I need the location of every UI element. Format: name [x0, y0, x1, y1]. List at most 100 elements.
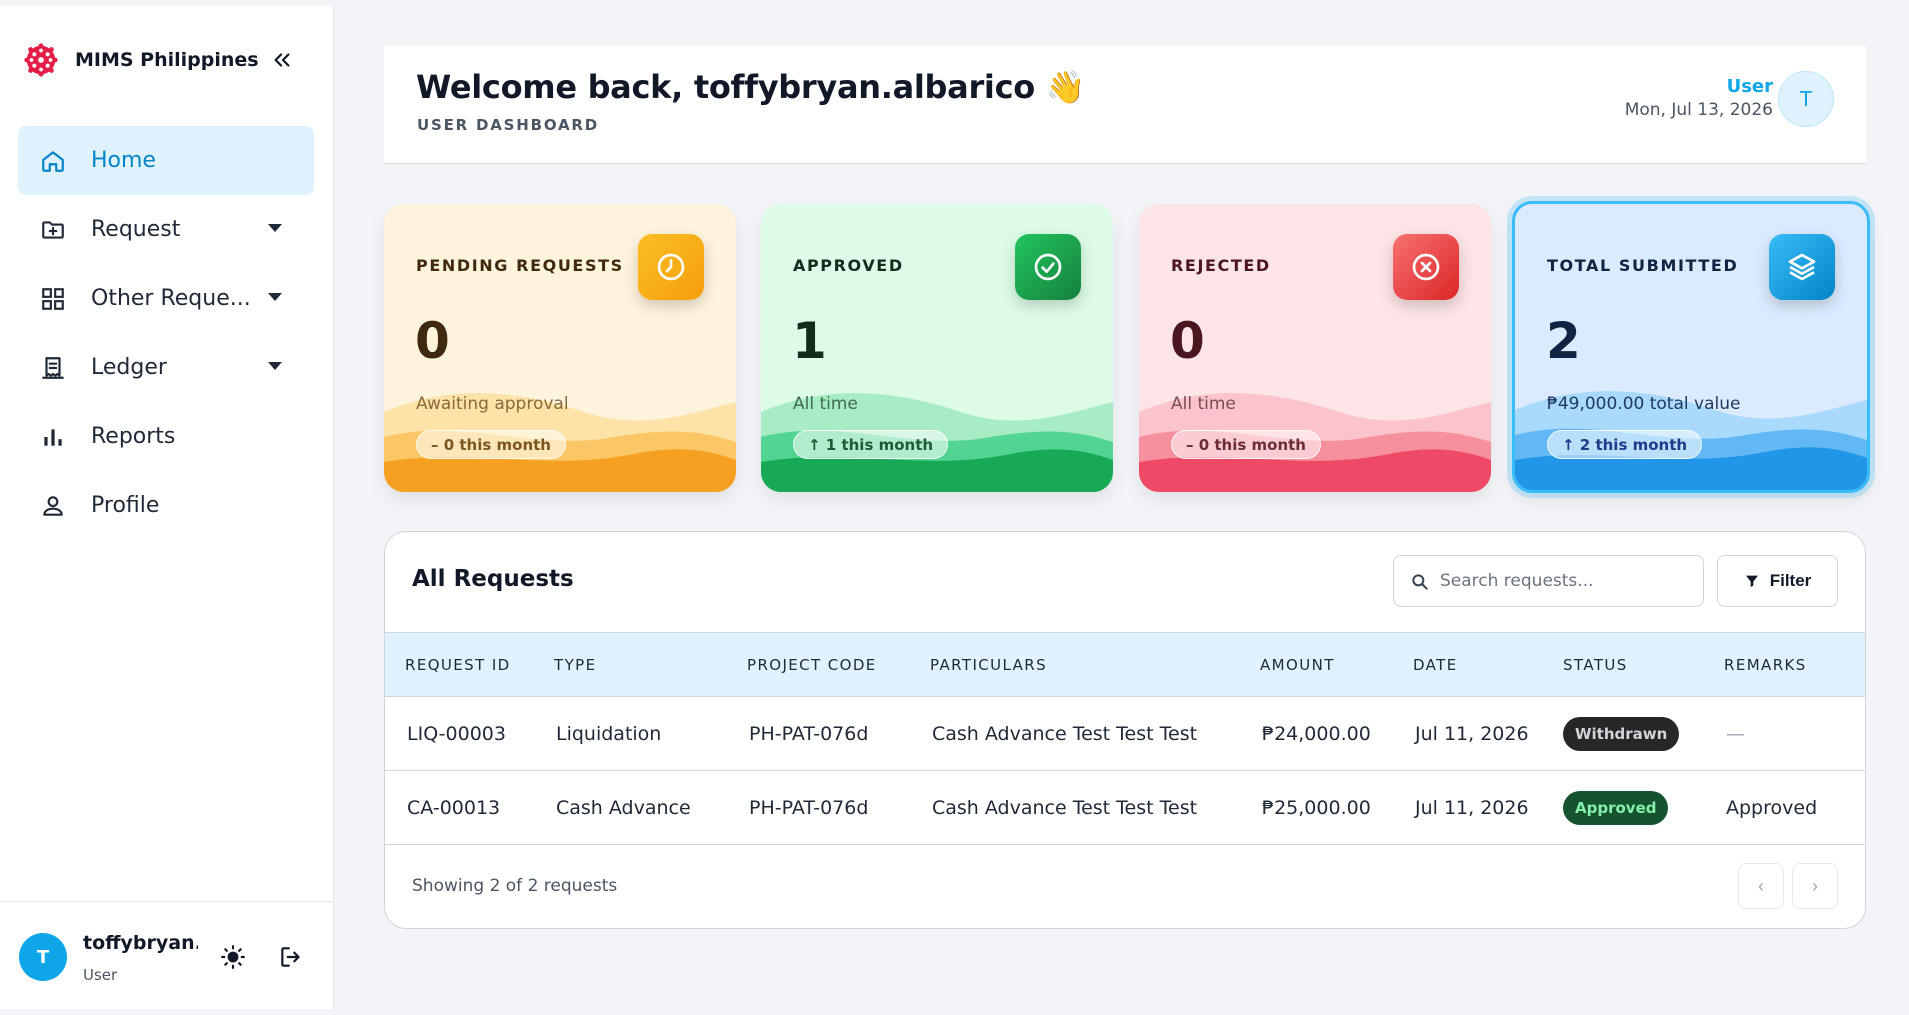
- cell-amount: ₱25,000.00: [1262, 796, 1371, 819]
- brand: MIMS Philippines: [22, 40, 259, 80]
- cell-remarks: Approved: [1704, 771, 1865, 845]
- sidebar-item-profile[interactable]: Profile: [18, 471, 314, 540]
- search-box: [1393, 555, 1704, 607]
- search-icon: [1412, 574, 1428, 590]
- brand-name: MIMS Philippines: [75, 49, 259, 71]
- sun-icon: [221, 945, 245, 969]
- card-subtitle: All time: [1171, 394, 1236, 414]
- pagination-summary: Showing 2 of 2 requests: [412, 876, 618, 896]
- page-header: Welcome back, toffybryan.albarico 👋 USER…: [384, 46, 1866, 164]
- header-user-role: User: [1726, 76, 1773, 97]
- stat-card-pending[interactable]: PENDING REQUESTS 0 Awaiting approval – 0…: [384, 204, 736, 492]
- header-avatar[interactable]: T: [1778, 71, 1834, 127]
- cell-status: Withdrawn: [1543, 697, 1704, 771]
- card-title: PENDING REQUESTS: [416, 256, 624, 275]
- header-date: Mon, Jul 13, 2026: [1624, 100, 1773, 120]
- stat-card-total-submitted[interactable]: TOTAL SUBMITTED 2 ₱49,000.00 total value…: [1512, 201, 1870, 493]
- filter-button[interactable]: Filter: [1717, 555, 1838, 607]
- grid-icon: [38, 284, 68, 314]
- card-trend-badge: – 0 this month: [416, 430, 566, 459]
- stat-card-rejected[interactable]: REJECTED 0 All time – 0 this month: [1139, 204, 1491, 492]
- card-value: 0: [415, 312, 450, 370]
- sidebar-item-label: Other Reque...: [91, 286, 251, 311]
- card-title: TOTAL SUBMITTED: [1547, 256, 1739, 275]
- x-circle-icon: [1393, 234, 1459, 300]
- clock-icon: [638, 234, 704, 300]
- cell-remarks: —: [1704, 697, 1865, 771]
- prev-page-button[interactable]: ‹: [1738, 863, 1784, 909]
- theme-toggle-button[interactable]: [218, 942, 248, 972]
- status-badge: Withdrawn: [1563, 716, 1680, 751]
- layers-icon: [1769, 234, 1835, 300]
- column-header[interactable]: REQUEST ID: [385, 633, 534, 697]
- column-header[interactable]: AMOUNT: [1240, 633, 1393, 697]
- brand-logo-icon: [24, 43, 58, 77]
- filter-label: Filter: [1769, 571, 1812, 590]
- remarks-text: —: [1726, 722, 1745, 745]
- avatar[interactable]: T: [19, 933, 67, 981]
- collapse-sidebar-button[interactable]: [268, 46, 296, 74]
- column-header[interactable]: REMARKS: [1704, 633, 1865, 697]
- card-title: APPROVED: [793, 256, 904, 275]
- sidebar-item-reports[interactable]: Reports: [18, 402, 314, 471]
- cell-type: Liquidation: [556, 722, 662, 745]
- cell-request-id: CA-00013: [407, 796, 501, 819]
- next-page-button[interactable]: ›: [1792, 863, 1838, 909]
- cell-amount: ₱24,000.00: [1262, 722, 1371, 745]
- sidebar-nav: Home Request Other Reque... Ledger Repor…: [18, 126, 314, 540]
- search-input[interactable]: [1440, 556, 1695, 606]
- card-subtitle: Awaiting approval: [416, 394, 569, 414]
- bar-chart-icon: [38, 422, 68, 452]
- cell-project-code: PH-PAT-076d: [749, 722, 869, 745]
- page-subtitle: USER DASHBOARD: [417, 116, 600, 134]
- status-badge: Approved: [1563, 790, 1669, 825]
- filter-icon: [1745, 575, 1758, 587]
- caret-down-icon: [268, 362, 282, 370]
- cell-request-id: LIQ-00003: [407, 722, 506, 745]
- sidebar-item-label: Reports: [91, 424, 176, 449]
- sidebar-item-request[interactable]: Request: [18, 195, 314, 264]
- sidebar-item-label: Ledger: [91, 355, 167, 380]
- sidebar: MIMS Philippines Home Request Other Requ…: [0, 6, 334, 1009]
- table-row[interactable]: CA-00013 Cash Advance PH-PAT-076d Cash A…: [385, 771, 1865, 845]
- cell-particulars: Cash Advance Test Test Test: [932, 722, 1198, 745]
- sidebar-item-home[interactable]: Home: [18, 126, 314, 195]
- card-trend-badge: – 0 this month: [1171, 430, 1321, 459]
- check-circle-icon: [1015, 234, 1081, 300]
- column-header[interactable]: STATUS: [1543, 633, 1704, 697]
- cell-type: Cash Advance: [556, 796, 691, 819]
- column-header[interactable]: PARTICULARS: [910, 633, 1240, 697]
- cell-project-code: PH-PAT-076d: [749, 796, 869, 819]
- logout-icon: [281, 947, 300, 967]
- cell-date: Jul 11, 2026: [1415, 722, 1529, 745]
- card-subtitle: All time: [793, 394, 858, 414]
- table-header-row: REQUEST ID TYPE PROJECT CODE PARTICULARS…: [385, 632, 1865, 697]
- user-name: toffybryan...: [83, 932, 198, 954]
- sidebar-item-ledger[interactable]: Ledger: [18, 333, 314, 402]
- card-trend-badge: ↑ 1 this month: [793, 430, 949, 459]
- column-header[interactable]: PROJECT CODE: [727, 633, 910, 697]
- card-value: 2: [1546, 312, 1581, 370]
- stat-card-approved[interactable]: APPROVED 1 All time ↑ 1 this month: [761, 204, 1113, 492]
- cell-date: Jul 11, 2026: [1415, 796, 1529, 819]
- requests-panel: All Requests Filter REQUEST ID TYPE PROJ…: [384, 531, 1866, 929]
- card-trend-badge: ↑ 2 this month: [1547, 430, 1703, 459]
- card-value: 0: [1170, 312, 1205, 370]
- page-title: Welcome back, toffybryan.albarico 👋: [416, 68, 1086, 106]
- card-value: 1: [792, 312, 827, 370]
- sidebar-item-other-requests[interactable]: Other Reque...: [18, 264, 314, 333]
- column-header[interactable]: TYPE: [534, 633, 727, 697]
- sidebar-user-panel: T toffybryan... User: [0, 901, 334, 1009]
- person-icon: [38, 491, 68, 521]
- logout-button[interactable]: [276, 942, 306, 972]
- folder-plus-icon: [38, 215, 68, 245]
- caret-down-icon: [268, 293, 282, 301]
- sidebar-item-label: Request: [91, 217, 181, 242]
- sidebar-item-label: Home: [91, 148, 156, 173]
- home-icon: [38, 146, 68, 176]
- column-header[interactable]: DATE: [1393, 633, 1543, 697]
- sidebar-item-label: Profile: [91, 493, 160, 518]
- table-row[interactable]: LIQ-00003 Liquidation PH-PAT-076d Cash A…: [385, 697, 1865, 771]
- card-title: REJECTED: [1171, 256, 1271, 275]
- cell-particulars: Cash Advance Test Test Test: [932, 796, 1198, 819]
